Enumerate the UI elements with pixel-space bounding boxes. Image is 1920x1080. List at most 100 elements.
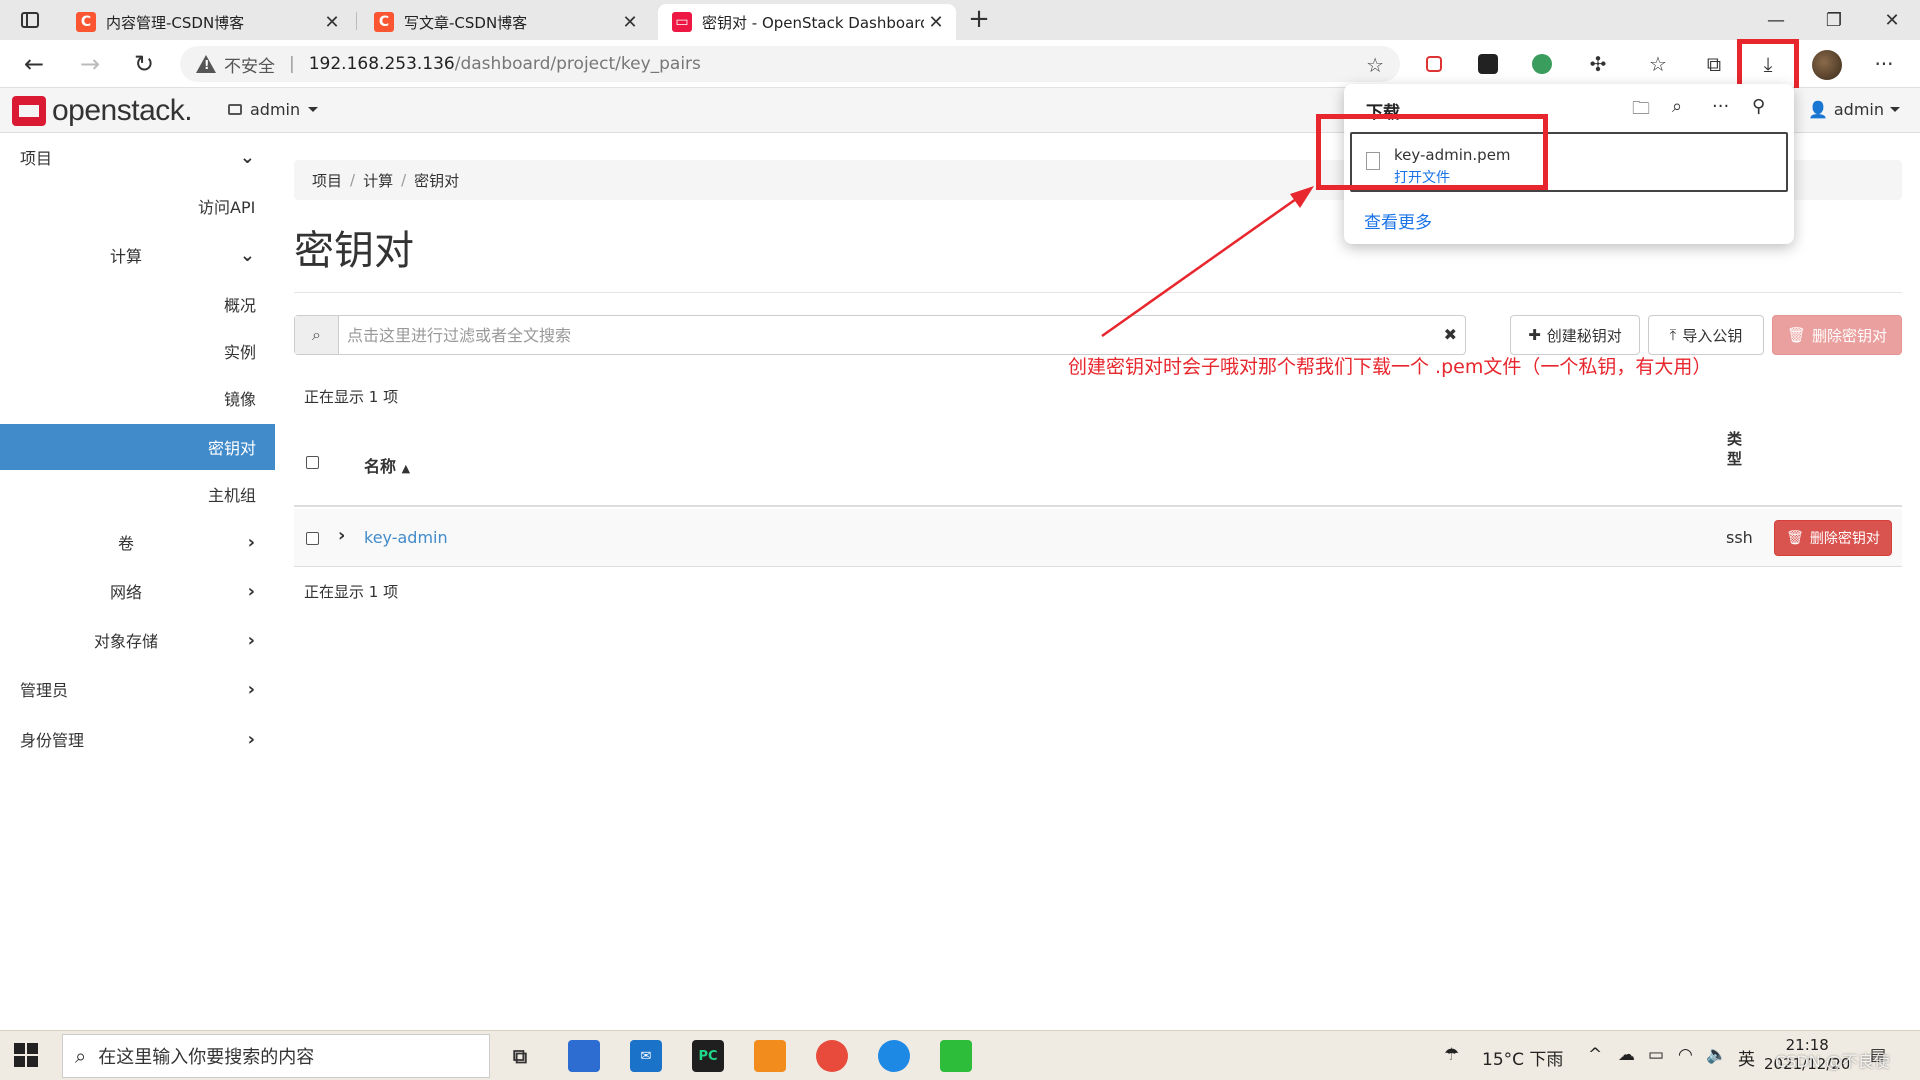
sidebar-item-instances[interactable]: 实例 [0, 328, 275, 374]
chevron-down-icon: ⌄ [239, 146, 255, 168]
see-more-link[interactable]: 查看更多 [1364, 208, 1432, 233]
vmware-icon[interactable] [754, 1040, 786, 1072]
collections-icon[interactable]: ⧉ [1698, 48, 1730, 80]
add-favorite-icon[interactable]: ☆ [1366, 53, 1384, 77]
sidebar-item-label: 密钥对 [208, 439, 257, 458]
project-selector[interactable]: admin [228, 100, 319, 119]
extension-globe-icon[interactable] [1526, 48, 1558, 80]
breadcrumb-project[interactable]: 项目 [312, 170, 342, 191]
expand-row-icon[interactable]: › [338, 525, 345, 546]
project-icon [228, 104, 242, 115]
sidebar-item-volumes[interactable]: 卷 › [0, 519, 275, 565]
close-icon[interactable]: ✕ [618, 12, 642, 33]
upload-icon: ⤒ [1669, 326, 1677, 344]
forward-icon[interactable]: → [72, 46, 108, 82]
tab-csdn-write[interactable]: C 写文章-CSDN博客 ✕ [360, 4, 650, 40]
item-count-top: 正在显示 1 项 [304, 388, 399, 406]
column-header-name[interactable]: 名称 ▲ [364, 453, 410, 477]
import-public-key-label: 导入公钥 [1682, 326, 1743, 345]
app-red-icon[interactable] [816, 1040, 848, 1072]
tab-separator [356, 12, 357, 30]
pin-icon[interactable]: ⚲ [1752, 96, 1765, 117]
volume-icon[interactable]: 🔈 [1706, 1045, 1727, 1065]
close-icon[interactable]: ✕ [924, 12, 948, 33]
more-menu-icon[interactable]: ··· [1868, 48, 1900, 80]
windows-taskbar: ⌕ 在这里输入你要搜索的内容 ⧉ ✉ PC ☂ 15°C 下雨 ^ ☁ ▭ ◠ … [0, 1030, 1920, 1080]
openstack-wordmark: openstack. [52, 94, 193, 127]
windows-start-icon[interactable] [14, 1043, 38, 1067]
key-pair-name-link[interactable]: key-admin [364, 528, 448, 547]
maximize-button[interactable]: ❐ [1806, 0, 1862, 40]
import-public-key-button[interactable]: ⤒ 导入公钥 [1648, 315, 1764, 355]
ime-indicator[interactable]: 英 [1738, 1045, 1755, 1070]
weather-text[interactable]: 15°C 下雨 [1482, 1045, 1563, 1070]
openstack-logo[interactable]: openstack. [12, 94, 193, 128]
close-icon[interactable]: ✕ [320, 12, 344, 33]
breadcrumb-compute[interactable]: 计算 [363, 170, 393, 191]
sidebar-item-images[interactable]: 镜像 [0, 375, 275, 421]
tab-actions-button[interactable] [0, 0, 60, 40]
edge-icon[interactable] [878, 1040, 910, 1072]
minimize-button[interactable]: — [1748, 0, 1804, 40]
sidebar-item-admin[interactable]: 管理员 › [0, 666, 275, 712]
sidebar-item-label: 管理员 [20, 681, 69, 700]
sidebar-item-overview[interactable]: 概况 [0, 281, 275, 327]
row-checkbox[interactable] [306, 532, 319, 545]
download-item-highlight [1316, 114, 1548, 190]
weather-icon[interactable]: ☂ [1444, 1045, 1459, 1065]
breadcrumb-separator: / [401, 171, 407, 189]
iqiyi-icon[interactable] [940, 1040, 972, 1072]
wifi-icon[interactable]: ◠ [1678, 1045, 1693, 1065]
more-options-icon[interactable]: ··· [1712, 96, 1729, 117]
tab-openstack[interactable]: ▭ 密钥对 - OpenStack Dashboard ✕ [658, 4, 956, 40]
extension-robot-icon[interactable] [1472, 48, 1504, 80]
back-icon[interactable]: ← [16, 46, 52, 82]
new-tab-button[interactable]: + [964, 4, 994, 36]
delete-key-pair-row-button[interactable]: 🗑 删除密钥对 [1774, 520, 1892, 556]
user-menu[interactable]: 👤 admin [1808, 100, 1900, 119]
close-window-button[interactable]: ✕ [1864, 0, 1920, 40]
onedrive-icon[interactable]: ☁ [1618, 1045, 1635, 1065]
tab-csdn-content[interactable]: C 内容管理-CSDN博客 ✕ [62, 4, 352, 40]
sidebar-item-network[interactable]: 网络 › [0, 568, 275, 614]
select-all-checkbox[interactable] [306, 456, 319, 469]
sidebar-item-compute[interactable]: 计算 ⌄ [0, 232, 275, 278]
create-key-pair-button[interactable]: ✚ 创建秘钥对 [1510, 315, 1640, 355]
sidebar-item-server-groups[interactable]: 主机组 [0, 471, 275, 517]
store-icon[interactable] [568, 1040, 600, 1072]
sidebar-item-label: 对象存储 [94, 632, 159, 651]
sidebar-item-key-pairs[interactable]: 密钥对 [0, 424, 275, 470]
tray-chevron-icon[interactable]: ^ [1588, 1045, 1602, 1065]
pycharm-icon[interactable]: PC [692, 1040, 724, 1072]
sidebar-item-identity[interactable]: 身份管理 › [0, 716, 275, 762]
search-input[interactable] [347, 324, 1407, 346]
page-title: 密钥对 [294, 228, 414, 274]
csdn-icon: C [76, 12, 96, 32]
taskbar-search-box[interactable]: ⌕ 在这里输入你要搜索的内容 [62, 1034, 490, 1078]
favorites-icon[interactable]: ☆ [1642, 48, 1674, 80]
csdn-icon: C [374, 12, 394, 32]
sidebar-item-label: 概况 [224, 296, 257, 315]
battery-icon[interactable]: ▭ [1648, 1045, 1664, 1065]
column-header-type[interactable]: 类型 [1727, 429, 1745, 469]
profile-avatar[interactable] [1812, 50, 1842, 80]
tab-title: 写文章-CSDN博客 [404, 13, 528, 32]
clear-search-icon[interactable]: ✖ [1444, 325, 1457, 344]
extension-shield-icon[interactable] [1418, 48, 1450, 80]
open-folder-icon[interactable]: 🗀 [1632, 96, 1650, 126]
refresh-icon[interactable]: ↻ [126, 46, 162, 82]
sidebar-item-project[interactable]: 项目 ⌄ [0, 134, 275, 180]
extensions-puzzle-icon[interactable]: ✣ [1582, 48, 1614, 80]
row-delete-label: 删除密钥对 [1809, 531, 1880, 547]
delete-key-pairs-button[interactable]: 🗑 删除密钥对 [1772, 315, 1902, 355]
sidebar-item-access-api[interactable]: 访问API [0, 183, 275, 229]
address-bar[interactable]: 不安全 | 192.168.253.136/dashboard/project/… [180, 46, 1400, 82]
task-view-icon[interactable]: ⧉ [504, 1040, 536, 1072]
insecure-label[interactable]: 不安全 [224, 52, 275, 77]
search-downloads-icon[interactable]: ⌕ [1672, 96, 1682, 117]
taskbar-search-placeholder: 在这里输入你要搜索的内容 [98, 1047, 315, 1068]
mail-icon[interactable]: ✉ [630, 1040, 662, 1072]
chevron-down-icon: ⌄ [239, 244, 255, 266]
sidebar-item-object-store[interactable]: 对象存储 › [0, 617, 275, 663]
key-pair-type: ssh [1726, 528, 1753, 547]
